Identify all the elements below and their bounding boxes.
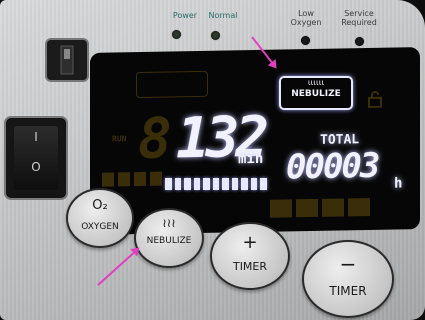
progress-segment [231,178,239,190]
low-oxygen-led-icon [301,36,310,45]
progress-segment [203,178,210,190]
normal-label: Normal [208,11,238,20]
flow-dial[interactable] [47,40,87,80]
switch-on-symbol: I [34,130,38,144]
progress-segment [260,178,268,190]
ghost-bar-right [270,197,370,218]
total-hours-unit: h [394,175,403,192]
progress-bar [165,178,268,190]
nebulize-indicator: ιιιιιι NEBULIZE [279,76,353,110]
low-oxygen-label: Low Oxygen [290,9,322,27]
normal-led-icon [211,31,220,40]
dial-knob-icon [60,45,74,75]
ghost-digit: 8 [138,106,166,173]
progress-segment [184,178,191,190]
progress-segment [174,178,182,190]
switch-off-symbol: O [31,160,41,174]
plus-icon: + [242,232,258,253]
device-panel: Power Normal Low Oxygen Service Required I… [0,0,425,320]
progress-segment [165,178,172,190]
timer-minus-button[interactable]: − TIMER [302,240,394,318]
lcd-display: RUN 8 132 min TOTAL 00003 h [90,47,420,235]
ghost-bar-left [102,171,162,187]
progress-segment [222,178,229,190]
lock-icon [366,90,384,112]
total-hours-digits: 00003 [286,145,379,188]
progress-segment [250,178,258,190]
progress-segment [193,178,201,190]
progress-segment [212,178,220,190]
power-switch[interactable]: I O [6,118,66,198]
service-required-led-icon [355,37,364,46]
timer-unit: min [238,150,264,168]
run-label: RUN [112,134,127,144]
timer-plus-button[interactable]: + TIMER [210,222,290,290]
oxygen-button[interactable]: O₂ OXYGEN [66,188,134,248]
annotation-arrow-icon [97,248,139,286]
mist-icon: ≀≀≀ [162,216,176,230]
nebulize-wave-icon: ιιιιιι [307,78,325,87]
nebulize-button[interactable]: ≀≀≀ NEBULIZE [134,208,204,268]
service-required-label: Service Required [341,9,377,27]
power-label: Power [172,11,198,20]
o2-icon: O₂ [92,198,108,213]
minus-icon: − [339,252,357,276]
ghost-oxygen-indicator [136,70,208,99]
power-led-icon [172,30,181,39]
progress-segment [241,178,248,190]
